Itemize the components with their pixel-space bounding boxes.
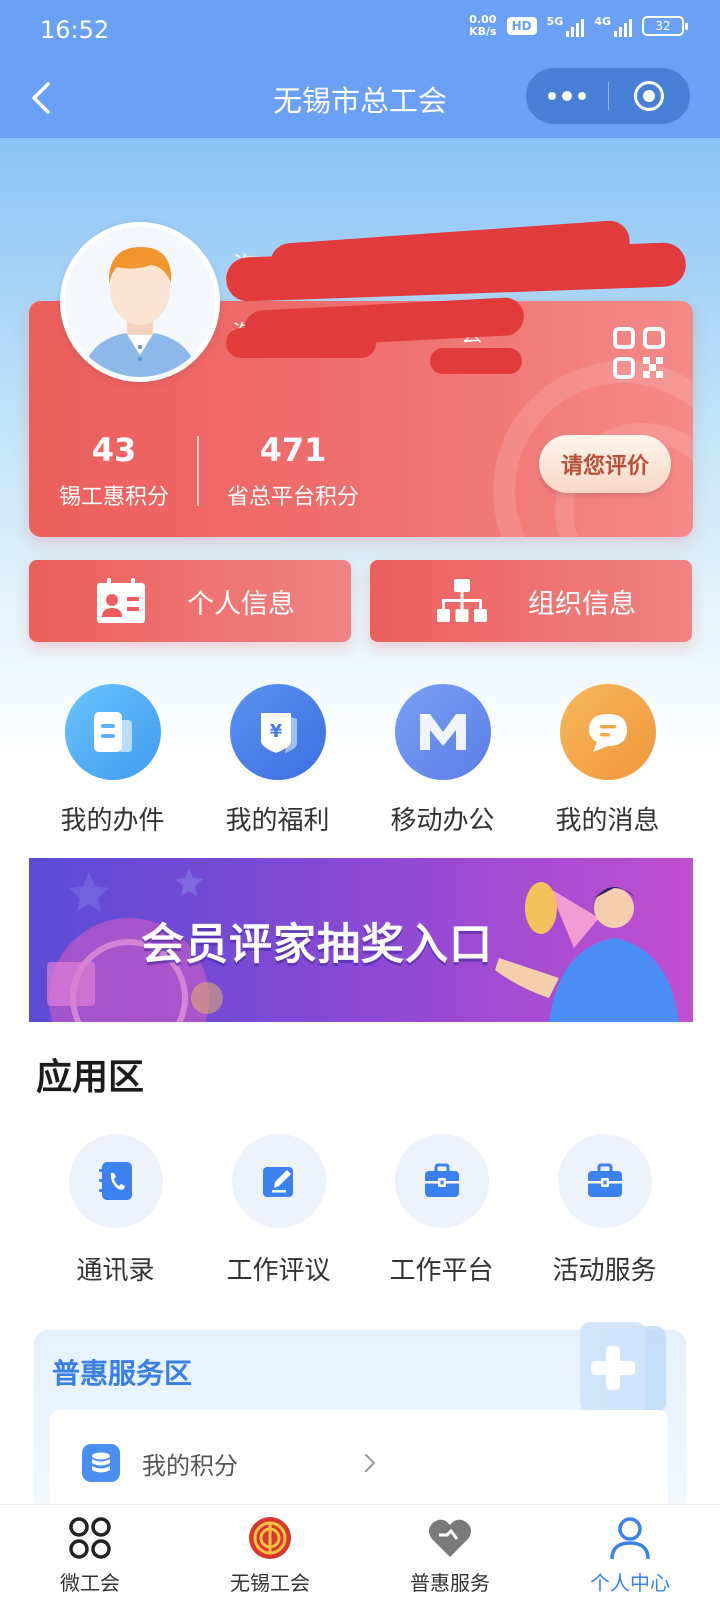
chat-bubble-icon (588, 714, 627, 752)
quick-my-welfare[interactable]: ¥ 我的福利 (195, 684, 360, 837)
redaction-mark (226, 328, 376, 358)
nav-bar: 无锡市总工会 (0, 62, 720, 138)
rate-button[interactable]: 请您评价 (539, 435, 671, 493)
quick-mobile-office[interactable]: 移动办公 (360, 684, 525, 837)
status-icons: 0.00 KB/s HD 5G 4G 32 (469, 13, 688, 38)
avatar-person-icon (65, 227, 215, 377)
tab-micro-union[interactable]: 微工会 (0, 1505, 180, 1600)
avatar[interactable] (60, 222, 220, 382)
app-grid: 通讯录 工作评议 工作平台 活动服务 (0, 1134, 720, 1287)
more-button[interactable] (526, 90, 608, 101)
miniprogram-capsule (526, 68, 690, 124)
chevron-right-icon (365, 1454, 376, 1472)
app-section-title: 应用区 (36, 1057, 145, 1098)
tab-personal-center[interactable]: 个人中心 (540, 1505, 720, 1600)
contacts-book-icon (98, 1162, 132, 1200)
svg-text:¥: ¥ (269, 721, 282, 742)
quick-actions: 我的办件 ¥ 我的福利 移动办公 我的消息 (0, 684, 720, 837)
hd-icon: HD (506, 17, 537, 35)
app-work-platform[interactable]: 工作平台 (360, 1134, 523, 1287)
redaction-mark (430, 348, 522, 374)
banner-title: 会员评家抽奖入口 (141, 920, 493, 970)
tab-bar: 微工会 无锡工会 普惠服务 个人中心 (0, 1504, 720, 1600)
app-contacts[interactable]: 通讯录 (34, 1134, 197, 1287)
puhui-section: 普惠服务区 我的积分 (34, 1322, 686, 1540)
heart-icon (428, 1519, 472, 1557)
lottery-banner[interactable]: 会员评家抽奖入口 (29, 858, 693, 1022)
my-points-item[interactable]: 我的积分 (82, 1444, 378, 1482)
net-speed: 0.00 KB/s (469, 13, 497, 38)
battery-icon: 32 (642, 16, 688, 36)
person-icon (610, 1517, 650, 1560)
points-xigonghui[interactable]: 43 锡工惠积分 (59, 431, 169, 511)
status-bar: 16:52 0.00 KB/s HD 5G 4G 32 (0, 0, 720, 62)
union-emblem-icon (249, 1517, 291, 1559)
org-tree-icon (437, 579, 487, 622)
grid-icon (69, 1517, 111, 1559)
document-icon (93, 712, 132, 752)
app-work-review[interactable]: 工作评议 (197, 1134, 360, 1287)
database-icon (92, 1452, 110, 1473)
points-row: 43 锡工惠积分 471 省总平台积分 (59, 431, 359, 511)
org-info-button[interactable]: 组织信息 (370, 560, 692, 642)
quick-my-messages[interactable]: 我的消息 (525, 684, 690, 837)
briefcase-icon (424, 1163, 459, 1197)
target-icon (634, 81, 665, 111)
divider (197, 436, 200, 506)
m-logo-icon (419, 714, 466, 750)
puhui-section-title: 普惠服务区 (52, 1357, 193, 1390)
points-province[interactable]: 471 省总平台积分 (227, 431, 359, 511)
yuan-shield-icon: ¥ (260, 713, 297, 753)
tab-wuxi-union[interactable]: 无锡工会 (180, 1505, 360, 1600)
signal-5g-icon: 5G (547, 15, 585, 37)
tab-puhui-service[interactable]: 普惠服务 (360, 1505, 540, 1600)
quick-my-cases[interactable]: 我的办件 (30, 684, 195, 837)
signal-4g-icon: 4G (594, 15, 632, 37)
qr-code-icon[interactable] (613, 327, 665, 379)
briefcase-icon (587, 1163, 622, 1197)
app-activity-service[interactable]: 活动服务 (523, 1134, 686, 1287)
close-miniprogram-button[interactable] (609, 81, 691, 111)
id-card-icon (97, 578, 145, 623)
edit-icon (262, 1167, 293, 1197)
personal-info-button[interactable]: 个人信息 (29, 560, 351, 642)
status-time: 16:52 (40, 16, 110, 44)
